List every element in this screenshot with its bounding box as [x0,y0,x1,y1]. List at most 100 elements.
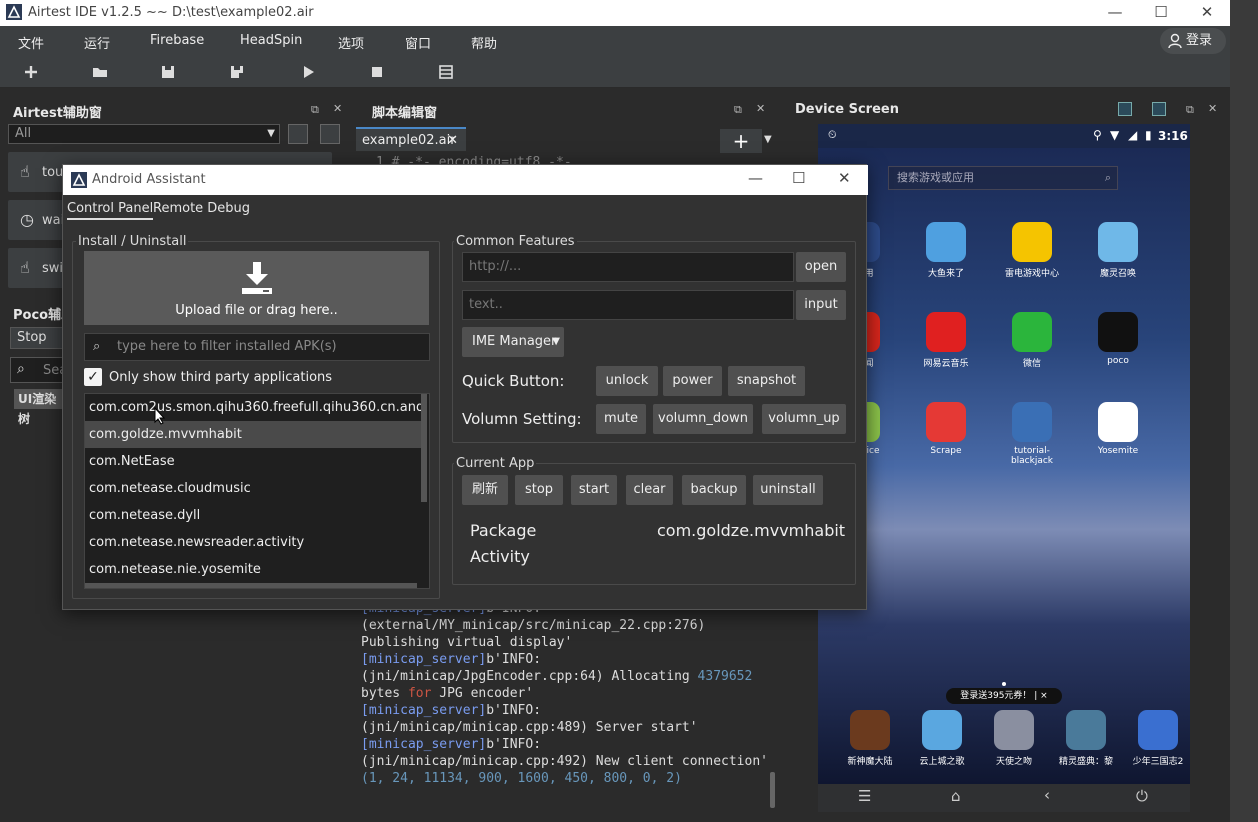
stop-icon[interactable] [367,62,387,82]
app-icon[interactable]: tutorial-blackjack [997,402,1067,466]
tab-remote-debug[interactable]: Remote Debug [153,201,250,216]
apk-list-item[interactable]: com.netease.dyll [85,502,421,529]
backup-app-button[interactable]: backup [682,475,746,505]
login-button[interactable]: 登录 [1160,28,1226,54]
close-device-icon[interactable]: ✕ [1208,102,1217,115]
save-as-icon[interactable] [227,62,247,82]
menu-window[interactable]: 窗口 [405,33,431,52]
close-panel-icon[interactable]: ✕ [333,102,342,115]
menu-options[interactable]: 选项 [338,33,364,52]
ui-tree-tab[interactable]: UI渲染树 [14,389,66,426]
float-panel-icon[interactable]: ⧉ [311,103,319,117]
minimize-button[interactable]: — [1092,0,1138,26]
third-party-checkbox[interactable]: ✓ [84,368,102,386]
close-button[interactable]: ✕ [1184,0,1230,26]
power-button[interactable]: power [663,366,722,396]
volume-setting-label: Volumn Setting: [462,410,582,428]
float-device-icon[interactable]: ⧉ [1186,103,1194,117]
poco-search-input[interactable]: ⌕ Sea [10,357,70,383]
add-tab-button[interactable]: + [720,129,762,153]
dialog-maximize-button[interactable]: ☐ [792,169,805,187]
ime-manager-select[interactable]: IME Manager ▼ [462,327,564,357]
text-input[interactable]: text.. [462,290,794,320]
stop-app-button[interactable]: stop [515,475,563,505]
dock-app-icon[interactable]: 云上城之歌 [910,710,974,767]
maximize-button[interactable]: ☐ [1138,0,1184,26]
apk-list-hscrollbar[interactable] [85,583,417,588]
tab-example02[interactable]: example02.air ✕ [356,127,466,151]
power-nav-icon[interactable]: ⏻ [1136,787,1148,805]
close-tab-icon[interactable]: ✕ [447,133,458,148]
log-console[interactable]: [minicap_server]b'INFO:(external/MY_mini… [356,600,776,810]
phone-screen[interactable]: ⏲ ⚲ ▼ ◢ ▮ 3:16 搜索游戏或应用 ⌕ 统应用大鱼来了雷电游戏中心魔灵… [818,124,1190,784]
phone-search-bar[interactable]: 搜索游戏或应用 ⌕ [888,166,1118,190]
apk-list-item[interactable]: com.netease.cloudmusic [85,475,421,502]
apk-list-item[interactable]: com.NetEase [85,448,421,475]
close-editor-icon[interactable]: ✕ [756,102,765,115]
menu-nav-icon[interactable]: ☰ [858,787,871,805]
dialog-minimize-button[interactable]: — [748,169,763,187]
apk-list-item[interactable]: com.netease.nie.yosemite [85,556,421,583]
log-icon[interactable] [436,62,456,82]
start-app-button[interactable]: start [571,475,617,505]
dock-app-icon[interactable]: 精灵盛典：黎 [1054,710,1118,767]
new-file-icon[interactable] [21,62,41,82]
upload-dropzone[interactable]: Upload file or drag here.. [84,251,429,325]
app-icon-image [1098,402,1138,442]
apk-list-item[interactable]: com.com2us.smon.qihu360.freefull.qihu360… [85,394,421,421]
url-input[interactable]: http://... [462,252,794,282]
volume-down-button[interactable]: volumn_down [653,404,753,434]
run-icon[interactable] [298,62,318,82]
screenshot-tool-icon[interactable] [288,124,308,144]
device-orientation-icon[interactable] [1152,102,1166,116]
refresh-button[interactable]: 刷新 [462,475,508,505]
dock-app-icon[interactable]: 少年三国志2 [1126,710,1190,767]
code-line[interactable]: 1 # -*- encoding=utf8 -*- [356,152,776,164]
apk-list-item[interactable]: com.netease.newsreader.activity [85,529,421,556]
uninstall-app-button[interactable]: uninstall [753,475,823,505]
app-icon[interactable]: poco [1083,312,1153,366]
app-icon[interactable]: 网易云音乐 [911,312,981,369]
console-segment: bytes [361,686,408,701]
app-icon[interactable]: Scrape [911,402,981,456]
menu-help[interactable]: 帮助 [471,33,497,52]
send-text-button[interactable]: input [796,290,846,320]
open-folder-icon[interactable] [90,62,110,82]
promo-banner[interactable]: 登录送395元券！ | × [946,688,1062,704]
dock-app-icon[interactable]: 天使之吻 [982,710,1046,767]
open-url-button[interactable]: open [796,252,846,282]
dock-app-icon[interactable]: 新神魔大陆 [838,710,902,767]
console-scrollbar[interactable] [770,772,775,808]
apk-list-scrollbar[interactable] [421,394,427,502]
menu-firebase[interactable]: Firebase [150,33,204,48]
tab-menu-chevron-icon[interactable]: ▼ [764,134,772,145]
volume-up-button[interactable]: volumn_up [762,404,846,434]
home-nav-icon[interactable]: ⌂ [951,787,961,805]
unlock-button[interactable]: unlock [596,366,658,396]
back-nav-icon[interactable]: ‹ [1044,786,1050,804]
poco-mode-select[interactable]: Stop [10,327,70,349]
apk-list-item[interactable]: com.goldze.mvvmhabit [85,421,421,448]
app-icon[interactable]: 雷电游戏中心 [997,222,1067,279]
tab-control-panel[interactable]: Control Panel [67,201,154,220]
api-filter-select[interactable]: All ▼ [8,124,280,144]
apk-list[interactable]: com.com2us.smon.qihu360.freefull.qihu360… [84,393,430,589]
clear-app-button[interactable]: clear [626,475,673,505]
dialog-close-button[interactable]: ✕ [838,169,851,187]
phone-search-placeholder: 搜索游戏或应用 [897,171,974,184]
package-label: Package [470,521,537,540]
app-icon[interactable]: 魔灵召唤 [1083,222,1153,279]
float-editor-icon[interactable]: ⧉ [734,103,742,117]
menu-headspin[interactable]: HeadSpin [240,33,302,48]
record-tool-icon[interactable] [320,124,340,144]
menu-run[interactable]: 运行 [84,33,110,52]
app-icon[interactable]: 微信 [997,312,1067,369]
apk-filter-input[interactable]: ⌕ type here to filter installed APK(s) [84,333,430,361]
app-icon[interactable]: Yosemite [1083,402,1153,456]
app-icon[interactable]: 大鱼来了 [911,222,981,279]
save-icon[interactable] [158,62,178,82]
device-layout-icon[interactable] [1118,102,1132,116]
mute-button[interactable]: mute [596,404,646,434]
snapshot-button[interactable]: snapshot [728,366,805,396]
menu-file[interactable]: 文件 [18,33,44,52]
